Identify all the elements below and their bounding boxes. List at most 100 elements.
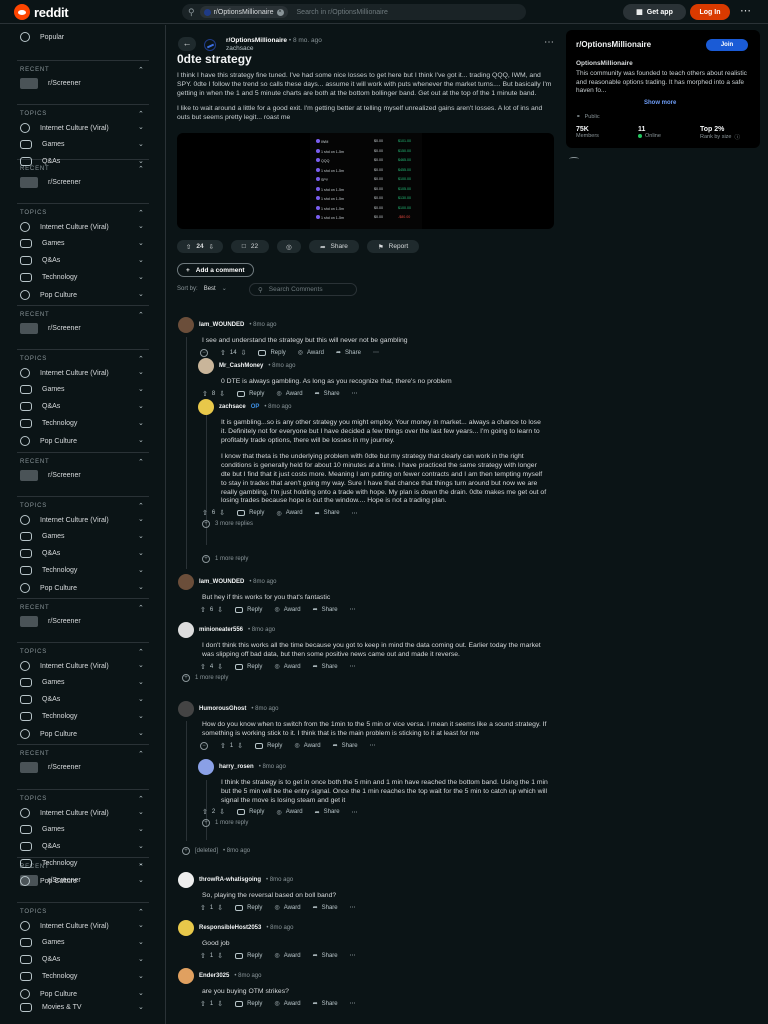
- sidebar-item-topic[interactable]: Technology: [20, 419, 77, 428]
- comment-author[interactable]: throwRA-whatisgoing: [199, 877, 261, 883]
- comment-overflow-icon[interactable]: ⋯: [350, 952, 356, 959]
- user-avatar[interactable]: [178, 920, 194, 936]
- downvote-icon[interactable]: ⇩: [241, 349, 247, 357]
- subreddit-avatar[interactable]: [204, 39, 216, 51]
- chevron-down-icon[interactable]: ⌄: [138, 842, 144, 850]
- post-image[interactable]: IWM $0.00 $101.00 1 shd on 1-5m $0.00 $150.0…: [177, 133, 554, 229]
- comment-overflow-icon[interactable]: ⋯: [352, 390, 358, 397]
- chevron-down-icon[interactable]: ⌄: [138, 566, 144, 574]
- upvote-icon[interactable]: ⇧: [202, 509, 208, 517]
- user-avatar[interactable]: [178, 701, 194, 717]
- more-options-icon[interactable]: ⋯: [740, 4, 751, 17]
- sidebar-item-screener[interactable]: r/Screener: [20, 762, 81, 773]
- award-button[interactable]: ◎ Award: [274, 606, 300, 614]
- sidebar-item-topic[interactable]: Technology: [20, 972, 77, 981]
- sidebar-item-topic[interactable]: Games: [20, 825, 65, 834]
- sidebar-item-topic[interactable]: Pop Culture: [20, 876, 77, 886]
- chevron-up-icon[interactable]: ⌃: [138, 110, 144, 118]
- more-replies-link[interactable]: +3 more replies: [198, 520, 548, 529]
- share-button[interactable]: ➦ Share: [313, 952, 338, 960]
- back-button[interactable]: ←: [178, 37, 196, 51]
- user-avatar[interactable]: [198, 759, 214, 775]
- share-button[interactable]: ➦ Share: [313, 663, 338, 671]
- log-in-button[interactable]: Log In: [690, 4, 730, 20]
- chevron-down-icon[interactable]: ⌄: [138, 419, 144, 427]
- sidebar-item-topic[interactable]: Games: [20, 678, 65, 687]
- user-avatar[interactable]: [178, 574, 194, 590]
- downvote-icon[interactable]: ⇩: [237, 742, 243, 750]
- chevron-up-icon[interactable]: ⌃: [138, 502, 144, 510]
- collapse-icon[interactable]: −: [200, 741, 208, 750]
- user-avatar[interactable]: [178, 622, 194, 638]
- reply-button[interactable]: Reply: [235, 952, 262, 959]
- comments-button[interactable]: □ 22: [231, 240, 269, 253]
- chevron-up-icon[interactable]: ⌃: [138, 908, 144, 916]
- reply-button[interactable]: Reply: [235, 904, 262, 911]
- chevron-down-icon[interactable]: ⌄: [138, 515, 144, 523]
- sidebar-item-screener[interactable]: r/Screener: [20, 177, 81, 188]
- sidebar-item-topic[interactable]: Internet Culture (Viral): [20, 921, 109, 931]
- comment-overflow-icon[interactable]: ⋯: [373, 349, 379, 356]
- upvote-icon[interactable]: ⇧: [186, 243, 191, 251]
- sidebar-item-topic[interactable]: Games: [20, 938, 65, 947]
- chevron-down-icon[interactable]: ⌄: [138, 921, 144, 929]
- downvote-icon[interactable]: ⇩: [217, 904, 223, 912]
- comment-overflow-icon[interactable]: ⋯: [352, 809, 358, 816]
- sidebar-item-topic[interactable]: Pop Culture: [20, 729, 77, 739]
- share-button[interactable]: ➦ Share: [313, 904, 338, 912]
- sidebar-item-topic[interactable]: Internet Culture (Viral): [20, 661, 109, 671]
- sidebar-item-topic[interactable]: Pop Culture: [20, 436, 77, 446]
- report-button[interactable]: ⚑ Report: [367, 240, 419, 253]
- user-avatar[interactable]: [198, 358, 214, 374]
- share-button[interactable]: ➦ Share: [315, 809, 340, 816]
- sidebar-item-topic[interactable]: Pop Culture: [20, 583, 77, 593]
- join-button[interactable]: Join: [706, 39, 748, 51]
- sidebar-item-topic[interactable]: Games: [20, 385, 65, 394]
- chevron-up-icon[interactable]: ⌃: [138, 311, 144, 319]
- comment-author[interactable]: Iam_WOUNDED: [199, 322, 244, 328]
- more-replies-link[interactable]: +1 more reply: [198, 819, 548, 828]
- comment-author[interactable]: Ender3025: [199, 973, 229, 979]
- post-author[interactable]: zachsace: [226, 45, 322, 52]
- reply-button[interactable]: Reply: [237, 390, 264, 397]
- comment-author[interactable]: ResponsibleHost2053: [199, 925, 261, 931]
- chevron-down-icon[interactable]: ⌄: [138, 436, 144, 444]
- share-button[interactable]: ➦ Share: [313, 1000, 338, 1008]
- add-comment-button[interactable]: + Add a comment: [177, 263, 254, 277]
- chevron-up-icon[interactable]: ⌃: [138, 209, 144, 217]
- share-button[interactable]: ➦ Share: [333, 742, 358, 750]
- collapse-icon[interactable]: −: [200, 348, 208, 357]
- chevron-up-icon[interactable]: ⌃: [138, 66, 144, 74]
- downvote-icon[interactable]: ⇩: [217, 952, 223, 960]
- sidebar-item-screener[interactable]: r/Screener: [20, 323, 81, 334]
- chevron-down-icon[interactable]: ⌄: [138, 222, 144, 230]
- upvote-icon[interactable]: ⇧: [202, 808, 208, 816]
- comment-overflow-icon[interactable]: ⋯: [350, 1000, 356, 1007]
- search-subreddit-chip[interactable]: r/OptionsMillionaire ×: [199, 6, 288, 18]
- sort-value[interactable]: Best: [204, 286, 216, 292]
- reddit-logo[interactable]: reddit: [14, 4, 69, 20]
- chevron-down-icon[interactable]: ⌄: [138, 876, 144, 884]
- sidebar-item-topic[interactable]: Q&As: [20, 955, 60, 964]
- chevron-down-icon[interactable]: ⌄: [138, 532, 144, 540]
- share-button[interactable]: ➦ Share: [315, 390, 340, 398]
- chevron-down-icon[interactable]: ⌄: [138, 123, 144, 131]
- chevron-down-icon[interactable]: ⌄: [138, 385, 144, 393]
- chevron-down-icon[interactable]: ⌄: [138, 808, 144, 816]
- share-button[interactable]: ➦ Share: [313, 606, 338, 614]
- community-title[interactable]: r/OptionsMillionaire: [576, 40, 651, 49]
- chevron-down-icon[interactable]: ⌄: [138, 583, 144, 591]
- downvote-icon[interactable]: ⇩: [217, 1000, 223, 1008]
- upvote-icon[interactable]: ⇧: [200, 904, 206, 912]
- chevron-down-icon[interactable]: ⌄: [138, 256, 144, 264]
- chevron-down-icon[interactable]: ⌄: [138, 729, 144, 737]
- reply-button[interactable]: Reply: [255, 742, 282, 749]
- comment-author[interactable]: harry_rosen: [219, 764, 254, 770]
- sidebar-item-topic[interactable]: Internet Culture (Viral): [20, 368, 109, 378]
- downvote-icon[interactable]: ⇩: [209, 243, 214, 251]
- sidebar-item-topic[interactable]: Q&As: [20, 157, 60, 166]
- award-button[interactable]: ◎ Award: [274, 904, 300, 912]
- sidebar-item-topic[interactable]: Internet Culture (Viral): [20, 515, 109, 525]
- sidebar-item-topic[interactable]: Q&As: [20, 402, 60, 411]
- chevron-down-icon[interactable]: ⌄: [138, 157, 144, 165]
